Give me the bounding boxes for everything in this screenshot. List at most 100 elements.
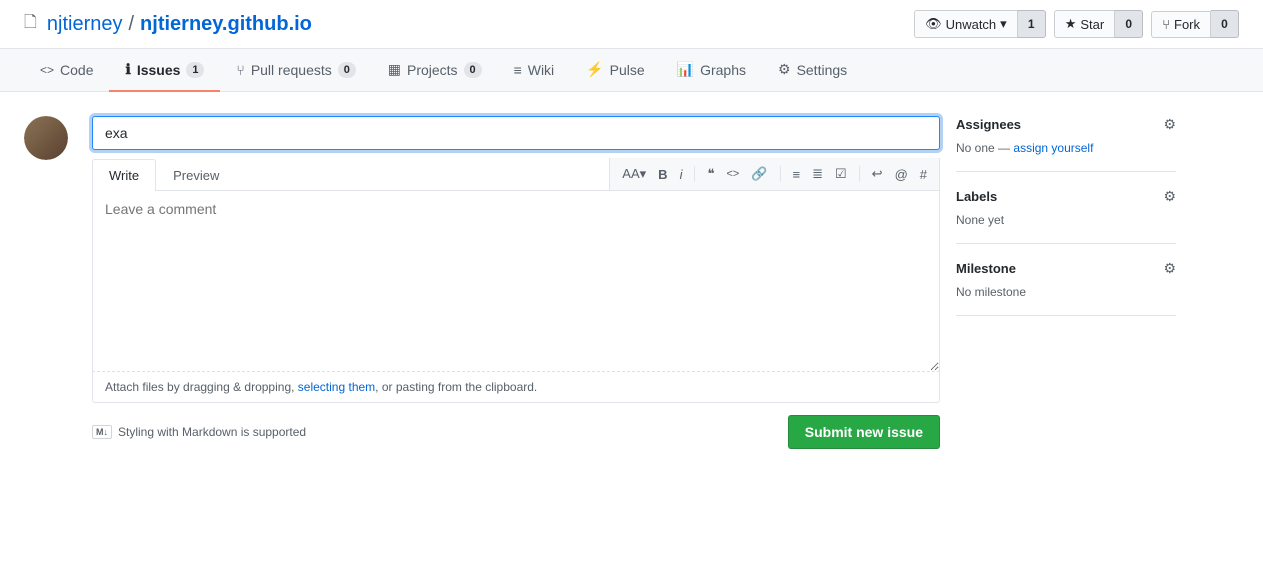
- unordered-list-button[interactable]: ≡: [789, 165, 805, 184]
- assignees-section: Assignees ⚙ No one — assign yourself: [956, 116, 1176, 172]
- attach-text: Attach files by dragging & dropping,: [105, 380, 298, 394]
- toolbar-sep-2: [780, 166, 781, 182]
- watch-group: 👁 Unwatch ▾ 1: [914, 10, 1046, 38]
- ordered-list-button[interactable]: ≣: [808, 164, 827, 184]
- selecting-files-link[interactable]: selecting them: [298, 380, 375, 394]
- assignees-separator: —: [998, 141, 1010, 155]
- tab-graphs[interactable]: 📊 Graphs: [661, 49, 762, 92]
- tab-wiki[interactable]: ≡ Wiki: [498, 50, 571, 92]
- fork-label: Fork: [1174, 17, 1200, 32]
- repo-title: 🗋 njtierney / njtierney.github.io: [24, 11, 312, 38]
- nav-tabs: <> Code ℹ Issues 1 ⑂ Pull requests 0 ▦ P…: [0, 49, 1263, 92]
- bold-button[interactable]: B: [654, 165, 671, 184]
- tab-pull-requests-label: Pull requests: [251, 62, 332, 78]
- issue-title-input[interactable]: [92, 116, 940, 150]
- star-icon: ★: [1065, 16, 1077, 32]
- assignees-value: No one — assign yourself: [956, 141, 1176, 155]
- assign-yourself-link[interactable]: assign yourself: [1013, 141, 1093, 155]
- labels-title: Labels: [956, 189, 997, 204]
- at-icon: @: [895, 167, 908, 182]
- ref-button[interactable]: #: [916, 165, 931, 184]
- labels-gear-button[interactable]: ⚙: [1163, 188, 1176, 205]
- code-icon: <>: [40, 63, 54, 77]
- milestone-value: No milestone: [956, 285, 1176, 299]
- avatar-image: [24, 116, 68, 160]
- unordered-list-icon: ≡: [793, 167, 801, 182]
- main-content: Write Preview AA▾ B i ❝: [0, 92, 1200, 473]
- repo-name-link[interactable]: njtierney.github.io: [140, 13, 312, 36]
- submit-new-issue-button[interactable]: Submit new issue: [788, 415, 940, 449]
- star-label: Star: [1080, 17, 1104, 32]
- code-button[interactable]: <>: [722, 166, 743, 182]
- ref-icon: #: [920, 167, 927, 182]
- tab-pull-requests[interactable]: ⑂ Pull requests 0: [220, 50, 371, 92]
- issue-form-container: Write Preview AA▾ B i ❝: [92, 116, 1176, 449]
- tab-pulse[interactable]: ⚡ Pulse: [570, 49, 660, 92]
- fork-button[interactable]: ⑂ Fork: [1151, 11, 1211, 38]
- at-mention-button[interactable]: @: [891, 165, 912, 184]
- assignees-header: Assignees ⚙: [956, 116, 1176, 133]
- sidebar: Assignees ⚙ No one — assign yourself Lab…: [956, 116, 1176, 449]
- graphs-icon: 📊: [677, 61, 694, 78]
- tab-wiki-label: Wiki: [528, 62, 554, 78]
- milestone-gear-button[interactable]: ⚙: [1163, 260, 1176, 277]
- task-list-button[interactable]: ☑: [831, 164, 851, 184]
- quote-icon: ❝: [707, 166, 714, 182]
- ordered-list-icon: ≣: [812, 166, 823, 182]
- tab-issues-label: Issues: [137, 62, 181, 78]
- tab-code[interactable]: <> Code: [24, 50, 109, 92]
- watch-icon: 👁: [925, 16, 942, 32]
- preview-tab[interactable]: Preview: [156, 159, 236, 191]
- tab-settings[interactable]: ⚙ Settings: [762, 49, 863, 92]
- repo-owner-link[interactable]: njtierney: [47, 13, 123, 36]
- watch-dropdown-icon: ▾: [1000, 16, 1007, 32]
- milestone-section: Milestone ⚙ No milestone: [956, 244, 1176, 316]
- link-icon: 🔗: [751, 166, 767, 182]
- issues-count: 1: [186, 62, 204, 78]
- pulse-icon: ⚡: [586, 61, 603, 78]
- italic-icon: i: [680, 167, 683, 182]
- tab-issues[interactable]: ℹ Issues 1: [109, 49, 220, 92]
- tab-projects-label: Projects: [407, 62, 458, 78]
- settings-icon: ⚙: [778, 61, 791, 78]
- top-bar: 🗋 njtierney / njtierney.github.io 👁 Unwa…: [0, 0, 1263, 49]
- assignees-gear-button[interactable]: ⚙: [1163, 116, 1176, 133]
- tab-pulse-label: Pulse: [610, 62, 645, 78]
- watch-label: Unwatch: [946, 17, 997, 32]
- write-tab[interactable]: Write: [92, 159, 156, 191]
- fork-count: 0: [1211, 10, 1239, 38]
- toolbar-sep-1: [694, 166, 695, 182]
- italic-button[interactable]: i: [676, 165, 687, 184]
- quote-button[interactable]: ❝: [703, 164, 718, 184]
- heading-button[interactable]: AA▾: [618, 164, 650, 184]
- tab-code-label: Code: [60, 62, 93, 78]
- mention-button[interactable]: ↩: [868, 164, 887, 184]
- bold-icon: B: [658, 167, 667, 182]
- attach-files-area: Attach files by dragging & dropping, sel…: [92, 371, 940, 403]
- pull-requests-icon: ⑂: [236, 62, 244, 78]
- task-list-icon: ☑: [835, 166, 847, 182]
- editor-toolbar: AA▾ B i ❝ <> 🔗: [609, 158, 940, 190]
- tab-settings-label: Settings: [797, 62, 848, 78]
- markdown-label: Styling with Markdown is supported: [118, 425, 306, 439]
- labels-value: None yet: [956, 213, 1176, 227]
- projects-icon: ▦: [388, 61, 401, 78]
- form-footer: M↓ Styling with Markdown is supported Su…: [92, 415, 940, 449]
- labels-header: Labels ⚙: [956, 188, 1176, 205]
- code-icon-tb: <>: [726, 168, 739, 180]
- star-button[interactable]: ★ Star: [1054, 10, 1116, 38]
- tab-projects[interactable]: ▦ Projects 0: [372, 49, 498, 92]
- repo-separator: /: [128, 13, 134, 36]
- issue-form: Write Preview AA▾ B i ❝: [92, 116, 940, 449]
- undo-icon: ↩: [872, 166, 883, 182]
- milestone-header: Milestone ⚙: [956, 260, 1176, 277]
- action-buttons: 👁 Unwatch ▾ 1 ★ Star 0 ⑂ Fork 0: [906, 10, 1239, 38]
- pull-requests-count: 0: [338, 62, 356, 78]
- markdown-note: M↓ Styling with Markdown is supported: [92, 425, 306, 439]
- watch-button[interactable]: 👁 Unwatch ▾: [914, 10, 1018, 38]
- avatar: [24, 116, 68, 160]
- comment-textarea[interactable]: [92, 191, 940, 371]
- link-button[interactable]: 🔗: [747, 164, 771, 184]
- wiki-icon: ≡: [514, 62, 522, 78]
- markdown-icon: M↓: [92, 425, 112, 439]
